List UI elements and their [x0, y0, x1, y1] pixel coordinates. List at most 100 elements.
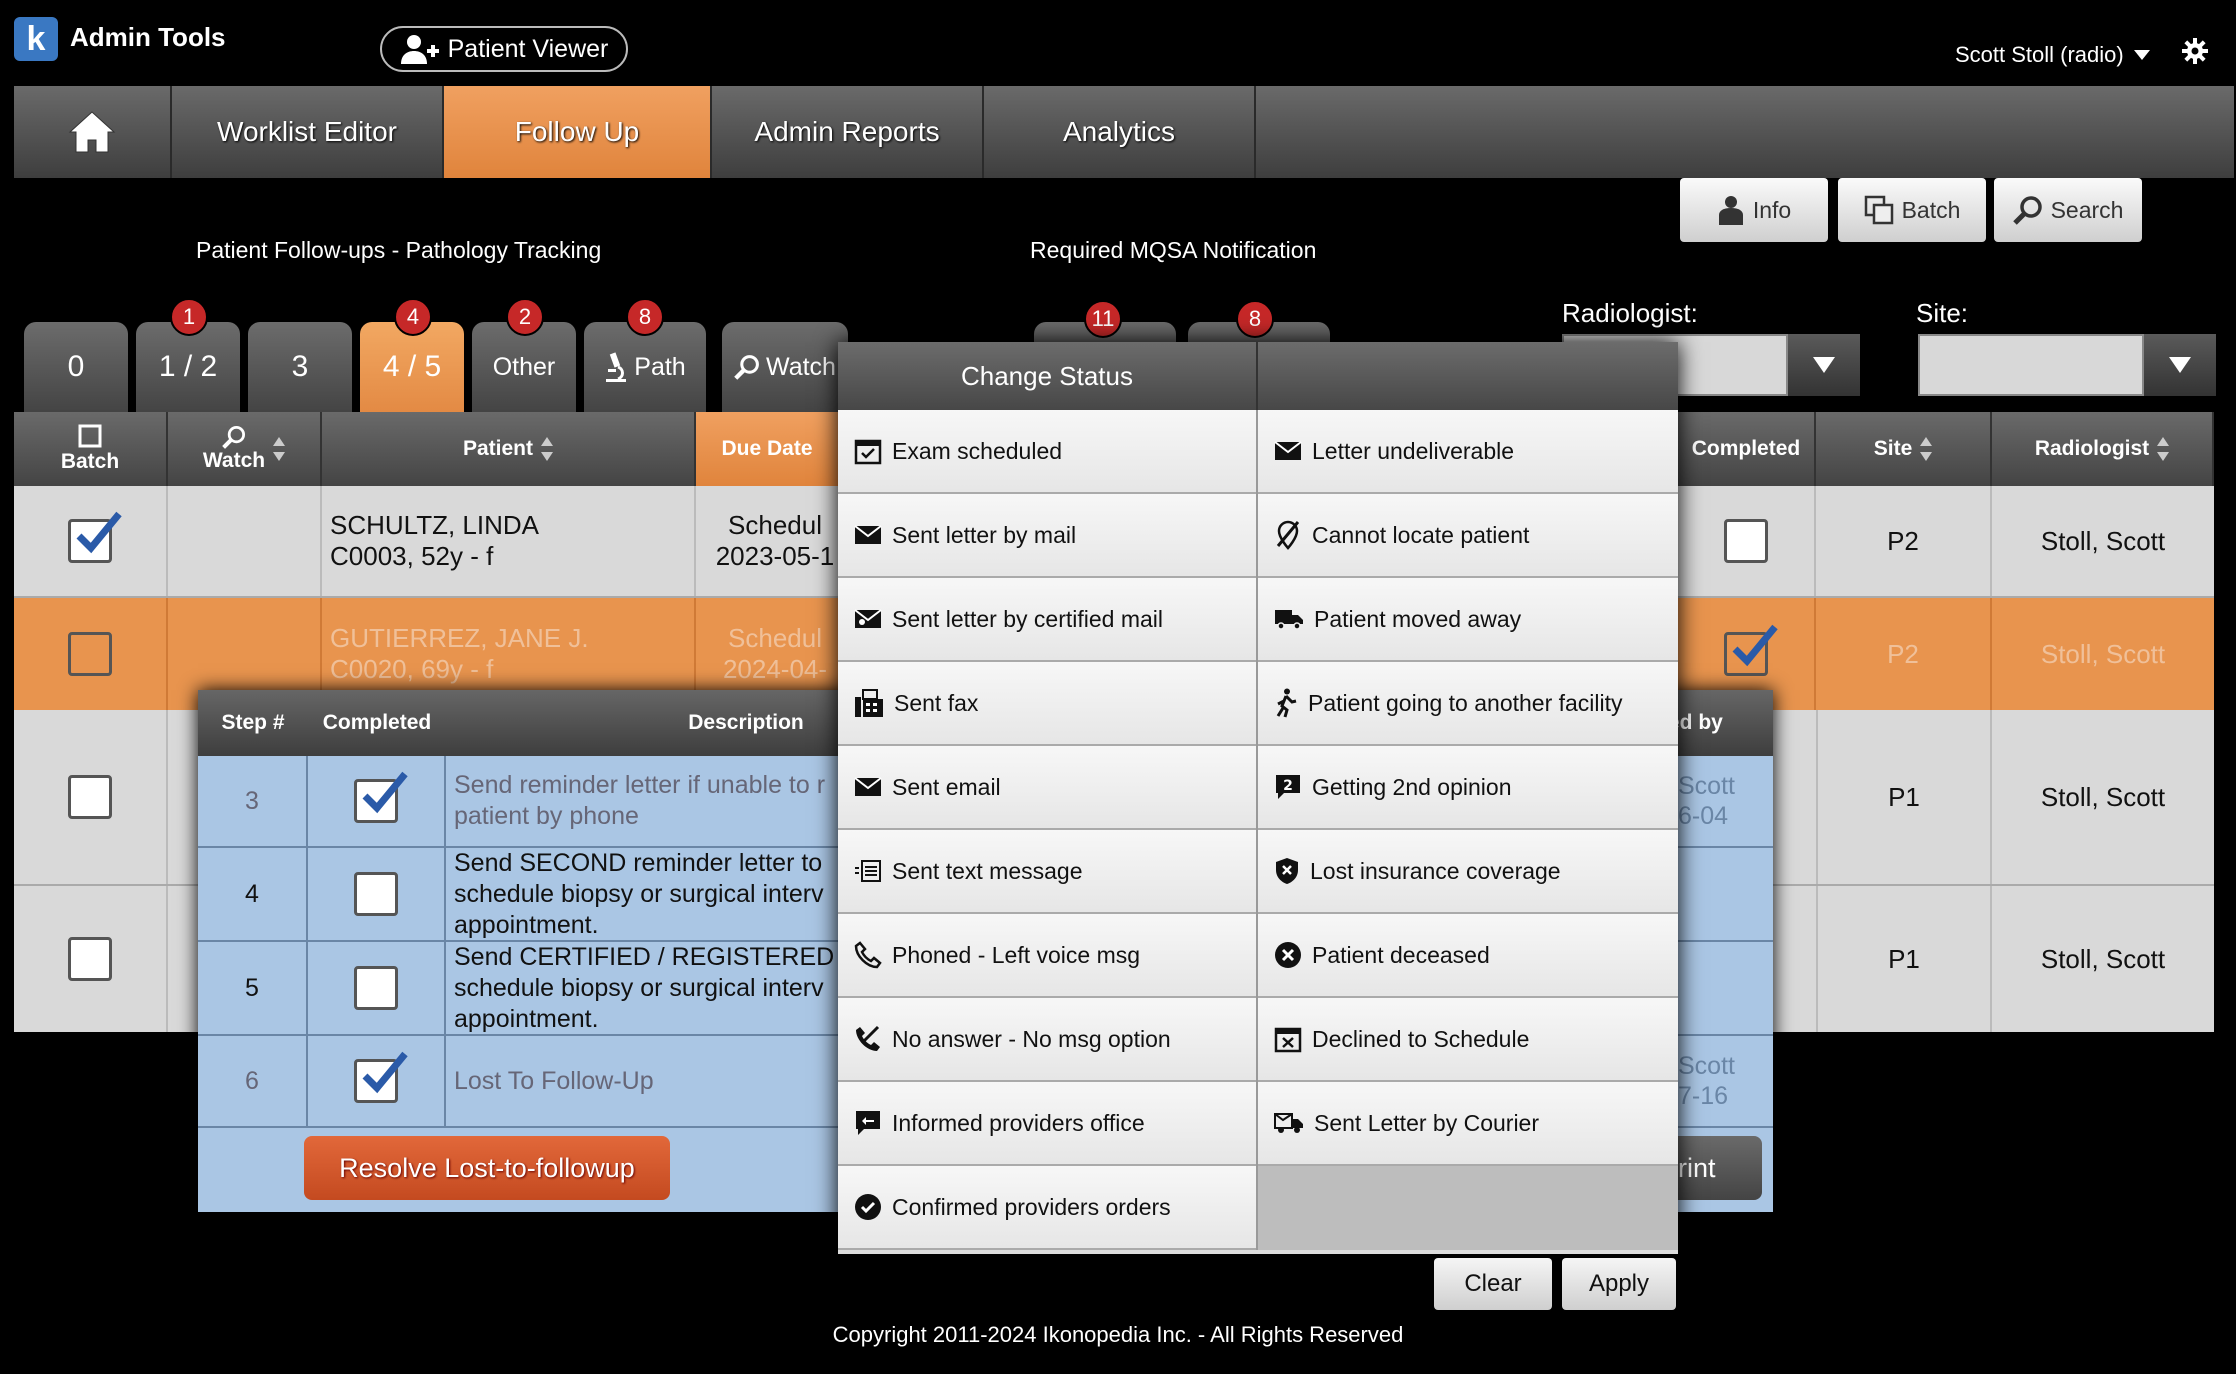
patient-cell[interactable]: SCHULTZ, LINDA C0003, 52y - f	[322, 486, 696, 596]
status-option-sent-certified-mail[interactable]: Sent letter by certified mail	[838, 578, 1256, 662]
search-icon	[734, 354, 760, 380]
col-header-radiologist[interactable]: Radiologist	[1992, 412, 2214, 486]
batch-checkbox[interactable]	[68, 511, 122, 563]
change-status-title: Change Status	[838, 342, 1258, 410]
batch-checkbox[interactable]	[68, 775, 112, 819]
status-option-label: Phoned - Left voice msg	[892, 941, 1141, 968]
status-option-sent-text[interactable]: Sent text message	[838, 830, 1256, 914]
search-button[interactable]: Search	[1994, 178, 2142, 242]
filter-tab-watch[interactable]: Watch	[722, 322, 848, 412]
section-title-mqsa: Required MQSA Notification	[1030, 237, 1317, 263]
info-button[interactable]: Info	[1680, 178, 1828, 242]
radiologist-cell: Stoll, Scott	[2040, 781, 2166, 812]
status-option-lost-insurance[interactable]: Lost insurance coverage	[1258, 830, 1678, 914]
main-nav: Worklist Editor Follow Up Admin Reports …	[14, 86, 2234, 178]
calendar-check-icon	[854, 437, 882, 465]
status-option-sent-email[interactable]: Sent email	[838, 746, 1256, 830]
status-option-cannot-locate[interactable]: Cannot locate patient	[1258, 494, 1678, 578]
site-cell: P2	[1816, 598, 1992, 710]
col-header-watch-label: Watch	[202, 449, 266, 472]
col-header-site[interactable]: Site	[1816, 412, 1992, 486]
batch-cell	[14, 598, 168, 710]
app-logo: k	[14, 17, 58, 61]
step-completed-cell	[308, 848, 446, 940]
batch-button[interactable]: Batch	[1838, 178, 1986, 242]
tab-analytics[interactable]: Analytics	[984, 86, 1256, 178]
status-option-label: Getting 2nd opinion	[1312, 773, 1512, 800]
user-menu[interactable]: Scott Stoll (radio)	[1955, 42, 2150, 68]
status-option-label: Letter undeliverable	[1312, 437, 1515, 464]
search-label: Search	[2050, 196, 2124, 223]
comment-icon	[854, 1109, 882, 1137]
resolve-lost-followup-button[interactable]: Resolve Lost-to-followup	[304, 1136, 670, 1200]
status-option-declined-schedule[interactable]: Declined to Schedule	[1258, 998, 1678, 1082]
status-option-label: Sent fax	[894, 689, 979, 716]
check-circle-icon	[854, 1193, 882, 1221]
step-completed-by: Scott 7-16	[1678, 1036, 1773, 1126]
sort-icon	[273, 437, 286, 461]
gear-icon[interactable]	[2182, 38, 2208, 64]
status-option-sent-letter-mail[interactable]: Sent letter by mail	[838, 494, 1256, 578]
step-completed-by: Scott 6-04	[1678, 756, 1773, 846]
patient-viewer-button[interactable]: Patient Viewer	[380, 26, 628, 72]
site-select[interactable]	[1918, 334, 2144, 396]
status-option-sent-fax[interactable]: Sent fax	[838, 662, 1256, 746]
status-option-phoned-left-msg[interactable]: Phoned - Left voice msg	[838, 914, 1256, 998]
status-option-label: Patient deceased	[1312, 941, 1490, 968]
step-checkbox[interactable]	[354, 1051, 408, 1103]
status-options-left: Exam scheduled Sent letter by mail Sent …	[838, 410, 1258, 1250]
col-header-due-date[interactable]: Due Date	[696, 412, 840, 486]
sort-icon	[1920, 437, 1933, 461]
col-header-patient[interactable]: Patient	[322, 412, 696, 486]
status-option-sent-courier[interactable]: Sent Letter by Courier	[1258, 1082, 1678, 1166]
status-option-second-opinion[interactable]: 2 Getting 2nd opinion	[1258, 746, 1678, 830]
status-option-letter-undeliverable[interactable]: Letter undeliverable	[1258, 410, 1678, 494]
step-by-name: Scott	[1678, 1052, 1735, 1080]
section-title-pathology: Patient Follow-ups - Pathology Tracking	[196, 237, 602, 263]
col-header-radiologist-label: Radiologist	[2034, 437, 2150, 460]
clear-button[interactable]: Clear	[1434, 1258, 1552, 1310]
apply-button[interactable]: Apply	[1562, 1258, 1676, 1310]
chevron-down-icon[interactable]	[1788, 334, 1860, 396]
status-option-label: Cannot locate patient	[1312, 521, 1530, 548]
batch-checkbox[interactable]	[68, 937, 112, 981]
sort-icon	[541, 437, 553, 461]
col-header-watch[interactable]: Watch	[168, 412, 322, 486]
status-option-no-answer[interactable]: No answer - No msg option	[838, 998, 1256, 1082]
step-checkbox[interactable]	[354, 771, 408, 823]
step-by-date: 6-04	[1678, 802, 1729, 830]
search-icon	[2012, 195, 2043, 225]
status-option-moved-away[interactable]: Patient moved away	[1258, 578, 1678, 662]
step-checkbox[interactable]	[354, 872, 398, 916]
status-option-label: Patient going to another facility	[1308, 689, 1623, 716]
tab-worklist-editor[interactable]: Worklist Editor	[172, 86, 444, 178]
status-option-another-facility[interactable]: Patient going to another facility	[1258, 662, 1678, 746]
chevron-down-icon[interactable]	[2144, 334, 2216, 396]
truck-icon	[1274, 607, 1304, 631]
batch-checkbox[interactable]	[68, 632, 112, 676]
filter-badge: 4	[394, 298, 432, 336]
col-header-batch[interactable]: Batch	[14, 412, 168, 486]
status-option-exam-scheduled[interactable]: Exam scheduled	[838, 410, 1256, 494]
text-message-icon	[854, 859, 882, 883]
status-option-informed-providers[interactable]: Informed providers office	[838, 1082, 1256, 1166]
tab-admin-reports[interactable]: Admin Reports	[712, 86, 984, 178]
completed-checkbox[interactable]	[1724, 519, 1768, 563]
tab-follow-up[interactable]: Follow Up	[444, 86, 712, 178]
filter-tab-0[interactable]: 0	[24, 322, 128, 412]
filter-tab-3[interactable]: 3	[248, 322, 352, 412]
status-option-label: Declined to Schedule	[1312, 1025, 1530, 1052]
status-option-label: Informed providers office	[892, 1109, 1145, 1136]
watch-cell[interactable]	[168, 486, 322, 596]
change-status-dropdown: Change Status Exam scheduled Sent letter…	[838, 342, 1678, 1254]
completed-checkbox[interactable]	[1724, 624, 1778, 676]
status-option-deceased[interactable]: Patient deceased	[1258, 914, 1678, 998]
due-status: Schedul	[728, 623, 822, 653]
site-label: Site:	[1916, 298, 1969, 328]
step-number: 5	[198, 942, 308, 1034]
step-checkbox[interactable]	[354, 966, 398, 1010]
col-header-completed[interactable]: Completed	[1678, 412, 1816, 486]
tab-home[interactable]	[14, 86, 172, 178]
patient-name: GUTIERREZ, JANE J.	[330, 623, 589, 653]
status-option-confirmed-orders[interactable]: Confirmed providers orders	[838, 1166, 1256, 1250]
